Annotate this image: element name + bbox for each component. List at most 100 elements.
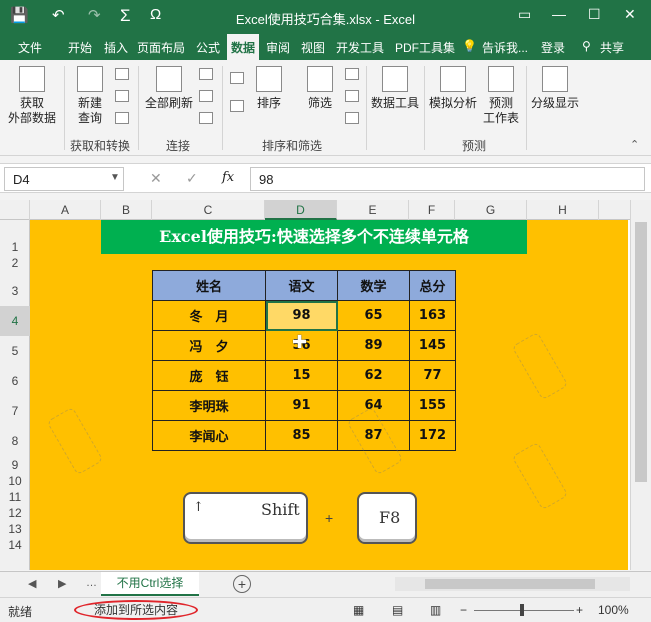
tab-home[interactable]: 开始 [68, 39, 92, 56]
column-header-e[interactable]: E [337, 200, 409, 220]
tab-page-layout[interactable]: 页面布局 [137, 39, 185, 56]
header-math[interactable]: 数学 [337, 270, 410, 301]
tab-insert[interactable]: 插入 [104, 39, 128, 56]
column-header-h[interactable]: H [527, 200, 599, 220]
get-external-data-button[interactable]: 获取 外部数据 [4, 66, 60, 126]
new-query-button[interactable]: 新建 查询 [70, 66, 110, 126]
page-break-view-icon[interactable]: ▥ [430, 603, 441, 617]
column-header-c[interactable]: C [152, 200, 265, 220]
column-header-b[interactable]: B [101, 200, 152, 220]
cell-total[interactable]: 163 [409, 300, 456, 331]
tell-me-input[interactable]: 告诉我... [482, 39, 528, 56]
row-header[interactable]: 1 [0, 240, 30, 254]
outline-button[interactable]: 分级显示 [528, 66, 582, 111]
chevron-down-icon[interactable]: ▼ [110, 172, 120, 183]
row-header[interactable]: 3 [0, 284, 30, 298]
cell-name[interactable]: 冯 夕 [152, 330, 266, 361]
cell-name[interactable]: 李明珠 [152, 390, 266, 421]
name-box[interactable]: D4 [4, 167, 124, 191]
show-queries-icon[interactable] [115, 68, 129, 80]
properties-icon[interactable] [199, 90, 213, 102]
cell-chinese[interactable]: 91 [265, 390, 338, 421]
refresh-all-button[interactable]: 全部刷新 [142, 66, 196, 111]
column-header-g[interactable]: G [455, 200, 527, 220]
share-button[interactable]: 共享 [600, 39, 624, 56]
cell-total[interactable]: 172 [409, 420, 456, 451]
cell-name[interactable]: 庞 钰 [152, 360, 266, 391]
row-header[interactable]: 2 [0, 256, 30, 270]
cell-total[interactable]: 77 [409, 360, 456, 391]
tab-file[interactable]: 文件 [18, 39, 42, 56]
column-header-f[interactable]: F [409, 200, 455, 220]
row-header[interactable]: 10 [0, 474, 30, 488]
minimize-button[interactable]: — [552, 6, 566, 22]
connections-icon[interactable] [199, 68, 213, 80]
header-total[interactable]: 总分 [409, 270, 456, 301]
header-name[interactable]: 姓名 [152, 270, 266, 301]
vertical-scrollbar[interactable] [630, 200, 651, 570]
sort-button[interactable]: 排序 [250, 66, 288, 111]
cell-d4-active[interactable]: 98 [265, 300, 338, 331]
sort-desc-icon[interactable] [230, 100, 244, 112]
column-header-d[interactable]: D [265, 200, 337, 220]
tab-review[interactable]: 审阅 [266, 39, 290, 56]
zoom-out-icon[interactable]: − [460, 603, 467, 617]
row-header[interactable]: 7 [0, 404, 30, 418]
cancel-icon[interactable]: ✕ [150, 170, 162, 187]
cell-math[interactable]: 65 [337, 300, 410, 331]
row-header[interactable]: 13 [0, 522, 30, 536]
cell-total[interactable]: 155 [409, 390, 456, 421]
row-header[interactable]: 8 [0, 434, 30, 448]
edit-links-icon[interactable] [199, 112, 213, 124]
zoom-slider-handle[interactable] [520, 604, 524, 616]
clear-filter-icon[interactable] [345, 68, 359, 80]
reapply-icon[interactable] [345, 90, 359, 102]
tab-developer[interactable]: 开发工具 [336, 39, 384, 56]
prev-sheet-icon[interactable]: ◀ [28, 577, 36, 590]
login-link[interactable]: 登录 [541, 39, 565, 56]
cell-math[interactable]: 89 [337, 330, 410, 361]
vertical-scroll-thumb[interactable] [635, 222, 647, 482]
row-header[interactable]: 5 [0, 344, 30, 358]
tip-banner[interactable]: Excel使用技巧:快速选择多个不连续单元格 [101, 220, 527, 254]
from-table-icon[interactable] [115, 90, 129, 102]
advanced-filter-icon[interactable] [345, 112, 359, 124]
horizontal-scroll-thumb[interactable] [425, 579, 595, 589]
next-sheet-icon[interactable]: ▶ [58, 577, 66, 590]
row-header[interactable]: 9 [0, 458, 30, 472]
zoom-level[interactable]: 100% [598, 603, 629, 617]
cell-name[interactable]: 冬 月 [152, 300, 266, 331]
cell-math[interactable]: 62 [337, 360, 410, 391]
horizontal-scrollbar[interactable] [395, 577, 630, 591]
tab-formulas[interactable]: 公式 [196, 39, 220, 56]
formula-input[interactable]: 98 [250, 167, 645, 191]
filter-button[interactable]: 筛选 [300, 66, 340, 111]
header-chinese[interactable]: 语文 [265, 270, 338, 301]
tab-view[interactable]: 视图 [301, 39, 325, 56]
cell-total[interactable]: 145 [409, 330, 456, 361]
insert-function-icon[interactable]: fx [222, 170, 234, 185]
cell-name[interactable]: 李闻心 [152, 420, 266, 451]
zoom-slider-track[interactable] [474, 610, 574, 611]
column-header-a[interactable]: A [30, 200, 101, 220]
page-layout-view-icon[interactable]: ▤ [392, 603, 403, 617]
row-header[interactable]: 14 [0, 538, 30, 552]
tab-data[interactable]: 数据 [227, 34, 260, 60]
row-header[interactable]: 12 [0, 506, 30, 520]
what-if-button[interactable]: 模拟分析 [426, 66, 480, 111]
add-sheet-button[interactable]: + [233, 575, 251, 593]
collapse-ribbon-icon[interactable]: ⌃ [630, 138, 639, 151]
row-header-selected[interactable]: 4 [0, 306, 30, 336]
ribbon-display-icon[interactable]: ▭ [518, 6, 531, 23]
more-sheets-icon[interactable]: … [86, 577, 97, 589]
sort-asc-icon[interactable] [230, 72, 244, 84]
close-button[interactable]: ✕ [624, 6, 636, 23]
select-all-corner[interactable] [0, 200, 30, 220]
cell-chinese[interactable]: 15 [265, 360, 338, 391]
cell-chinese[interactable]: 85 [265, 420, 338, 451]
recent-sources-icon[interactable] [115, 112, 129, 124]
maximize-button[interactable]: ☐ [588, 6, 601, 23]
data-tools-button[interactable]: 数据工具 [368, 66, 422, 111]
sheet-tab-active[interactable]: 不用Ctrl选择 [101, 572, 199, 596]
row-header[interactable]: 6 [0, 374, 30, 388]
